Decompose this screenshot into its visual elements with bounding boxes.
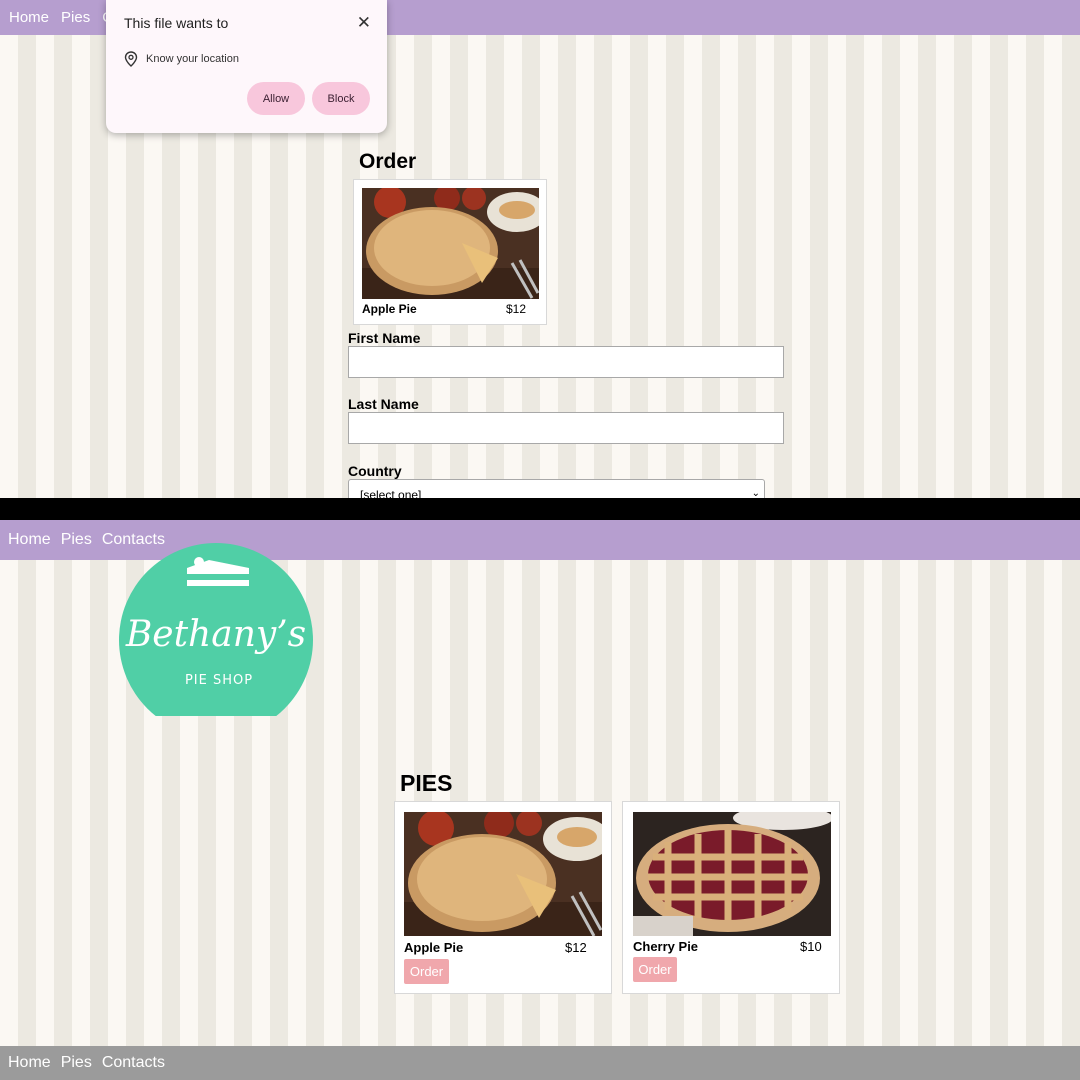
order-button[interactable]: Order [404,959,449,984]
footer-pies[interactable]: Pies [61,1054,92,1072]
nav-pies[interactable]: Pies [61,9,90,26]
footer-contacts[interactable]: Contacts [102,1054,165,1072]
last-name-label: Last Name [348,396,419,412]
apple-pie-image [362,188,539,299]
pie-price: $10 [800,939,822,954]
chevron-down-icon: ⌄ [751,488,760,498]
order-page-screenshot: Home Pies C Order Apple Pie $12 First Na… [0,0,1080,498]
pie-name: Cherry Pie [633,939,699,954]
popup-title: This file wants to [124,15,229,31]
order-button[interactable]: Order [633,957,677,982]
nav-home[interactable]: Home [9,9,49,26]
footer-nav-bar: Home Pies Contacts [0,1046,1080,1080]
close-icon[interactable]: ✕ [357,13,371,33]
pies-page-screenshot: Home Pies Contacts Bethany’s PIE SHOP PI… [0,520,1080,1080]
pies-title: PIES [400,770,453,796]
pie-price: $12 [565,940,587,955]
permission-text: Know your location [146,53,239,65]
block-button[interactable]: Block [312,82,370,115]
location-permission-popup: This file wants to ✕ Know your location … [106,0,387,133]
cherry-pie-image [633,812,831,936]
nav-pies[interactable]: Pies [61,531,92,549]
location-pin-icon [124,51,138,67]
first-name-input[interactable] [348,346,784,378]
country-select[interactable]: [select one] ⌄ [348,479,765,498]
pie-card-cherry: Cherry Pie $10 Order [622,801,840,994]
order-pie-card: Apple Pie $12 [353,179,547,325]
footer-home[interactable]: Home [8,1054,51,1072]
nav-home[interactable]: Home [8,531,51,549]
order-title: Order [359,150,417,173]
order-pie-price: $12 [506,302,527,316]
permission-row: Know your location [124,51,239,67]
pie-name: Apple Pie [404,940,464,955]
svg-text:PIE SHOP: PIE SHOP [185,673,253,688]
svg-text:Bethany’s: Bethany’s [125,614,306,655]
pie-card-apple: Apple Pie $12 Order [394,801,612,994]
bethanys-pie-shop-logo: Bethany’s PIE SHOP [119,543,313,716]
allow-button[interactable]: Allow [247,82,305,115]
last-name-input[interactable] [348,412,784,444]
first-name-label: First Name [348,330,421,346]
order-pie-name: Apple Pie [362,302,417,316]
country-label: Country [348,463,402,479]
country-select-value: [select one] [360,488,422,498]
apple-pie-image [404,812,602,936]
